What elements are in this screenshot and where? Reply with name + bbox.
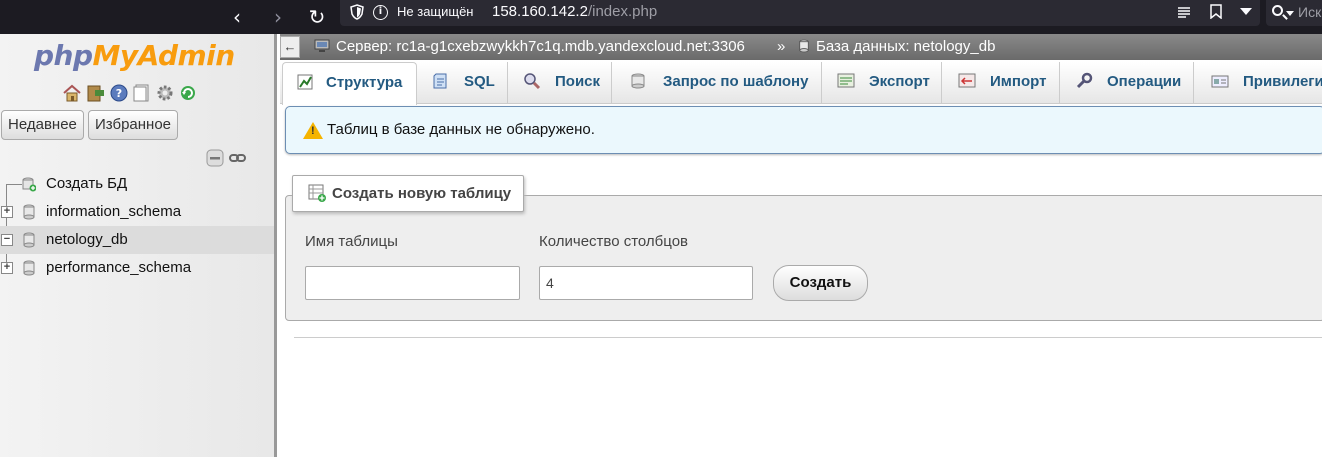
- url-text: 158.160.142.2/index.php: [492, 3, 658, 20]
- tree-controls: [206, 147, 247, 167]
- create-table-legend: Создать новую таблицу: [292, 175, 525, 212]
- logout-icon[interactable]: [87, 84, 105, 102]
- tab-structure[interactable]: Структура: [282, 62, 417, 105]
- quick-links: ?: [62, 82, 197, 102]
- tree-item-create-db[interactable]: Создать БД: [0, 170, 274, 198]
- tab-search[interactable]: Поиск: [509, 62, 612, 104]
- not-secure-label: Не защищён: [397, 4, 474, 19]
- notice-message: Таблиц в базе данных не обнаружено.: [285, 106, 1322, 154]
- address-bar[interactable]: i Не защищён 158.160.142.2/index.php: [340, 0, 1260, 26]
- search-box[interactable]: Иск: [1266, 0, 1322, 26]
- table-name-input[interactable]: [305, 266, 520, 300]
- sql-icon: [433, 73, 447, 89]
- search-placeholder: Иск: [1298, 4, 1322, 20]
- breadcrumb-database[interactable]: База данных: netology_db: [798, 34, 995, 60]
- favorite-tables-button[interactable]: Избранное: [88, 110, 179, 140]
- notice-text: Таблиц в базе данных не обнаружено.: [327, 121, 595, 138]
- query-icon: [631, 73, 645, 89]
- database-icon: [23, 232, 35, 248]
- bookmark-icon[interactable]: [1209, 4, 1222, 20]
- tab-bar: Структура SQL Поиск Запрос по шаблону Эк…: [280, 62, 1322, 105]
- tab-import[interactable]: Импорт: [943, 62, 1060, 104]
- tab-export[interactable]: Экспорт: [823, 62, 942, 104]
- recent-tables-button[interactable]: Недавнее: [1, 110, 84, 140]
- create-table-form: [285, 195, 1322, 321]
- link-icon[interactable]: [229, 152, 247, 164]
- forward-button[interactable]: ›: [265, 4, 291, 30]
- structure-icon: [297, 74, 313, 90]
- tree-item-performance-schema[interactable]: + performance_schema: [0, 254, 274, 282]
- privileges-icon: [1211, 75, 1229, 88]
- svg-text:?: ?: [116, 87, 122, 100]
- database-icon: [23, 260, 35, 276]
- back-button[interactable]: ‹: [224, 4, 250, 30]
- collapse-all-icon[interactable]: [206, 149, 224, 167]
- tab-operations[interactable]: Операции: [1061, 62, 1194, 104]
- tree-item-label: netology_db: [46, 231, 128, 248]
- navigation-panel: phpMyAdmin ? Недавнее Избранное Создать …: [0, 34, 277, 457]
- warning-icon: [303, 122, 323, 139]
- reload-button[interactable]: ↻: [304, 4, 330, 30]
- database-icon: [23, 204, 35, 220]
- tab-sql[interactable]: SQL: [418, 62, 508, 104]
- chevron-down-icon: [1286, 11, 1294, 16]
- tree-item-information-schema[interactable]: + information_schema: [0, 198, 274, 226]
- search-icon: [524, 73, 541, 90]
- import-icon: [958, 73, 976, 88]
- main-content: ← Сервер: rc1a-g1cxebzwykkh7c1q.mdb.yand…: [280, 34, 1322, 457]
- browser-toolbar: ‹ › ↻ i Не защищён 158.160.142.2/index.p…: [0, 0, 1322, 34]
- address-bar-actions: [1177, 4, 1252, 21]
- gear-icon[interactable]: [156, 84, 174, 102]
- new-database-icon: [22, 177, 36, 192]
- tree-item-label: information_schema: [46, 203, 182, 220]
- help-icon[interactable]: ?: [110, 84, 128, 102]
- server-icon: [314, 39, 330, 52]
- info-icon[interactable]: i: [373, 5, 388, 20]
- documentation-icon[interactable]: [133, 84, 151, 102]
- home-icon[interactable]: [62, 84, 82, 102]
- create-button[interactable]: Создать: [773, 265, 868, 301]
- expand-icon[interactable]: +: [1, 262, 13, 274]
- collapse-panel-button[interactable]: ←: [280, 36, 300, 58]
- breadcrumb: ← Сервер: rc1a-g1cxebzwykkh7c1q.mdb.yand…: [280, 34, 1322, 60]
- export-icon: [837, 73, 855, 88]
- shield-icon: [350, 4, 364, 20]
- phpmyadmin-logo[interactable]: phpMyAdmin: [34, 39, 235, 72]
- columns-count-label: Количество столбцов: [539, 233, 689, 250]
- search-icon: [1272, 5, 1283, 16]
- divider: [294, 337, 1322, 338]
- database-tree: Создать БД + information_schema − netolo…: [0, 170, 274, 282]
- new-table-icon: [308, 184, 326, 202]
- reload-navigation-icon[interactable]: [179, 84, 197, 102]
- collapse-icon[interactable]: −: [1, 234, 13, 246]
- tab-privileges[interactable]: Привилеги: [1195, 62, 1322, 104]
- wrench-icon: [1076, 72, 1093, 89]
- breadcrumb-server[interactable]: Сервер: rc1a-g1cxebzwykkh7c1q.mdb.yandex…: [314, 34, 745, 60]
- chevron-down-icon[interactable]: [1240, 8, 1252, 16]
- expand-icon[interactable]: +: [1, 206, 13, 218]
- reader-view-icon[interactable]: [1177, 5, 1191, 19]
- tree-item-label: Создать БД: [46, 175, 128, 192]
- table-name-label: Имя таблицы: [305, 233, 398, 250]
- database-icon: [799, 39, 809, 53]
- tree-item-label: performance_schema: [46, 259, 192, 276]
- breadcrumb-separator: »: [777, 38, 786, 55]
- tree-item-netology-db[interactable]: − netology_db: [0, 226, 274, 254]
- columns-count-input[interactable]: 4: [539, 266, 753, 300]
- tab-query[interactable]: Запрос по шаблону: [613, 62, 822, 104]
